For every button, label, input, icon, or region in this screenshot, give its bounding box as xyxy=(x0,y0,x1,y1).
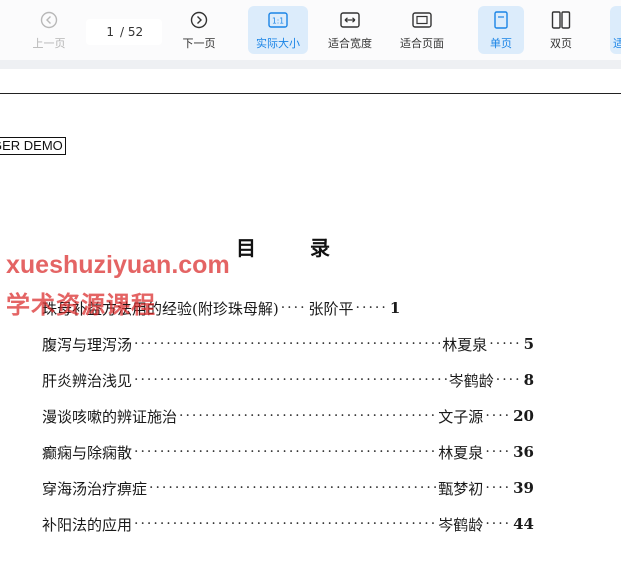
toc-entry-page: 39 xyxy=(513,479,534,497)
toc-entry-page: 20 xyxy=(513,407,534,425)
actual-size-label: 实际大小 xyxy=(256,37,300,50)
fit-width-label: 适合宽度 xyxy=(328,37,372,50)
chevron-left-circle-icon xyxy=(40,9,58,31)
double-page-icon xyxy=(551,9,571,31)
next-page-button[interactable]: 下一页 xyxy=(176,6,222,54)
toc-entry-page: 36 xyxy=(513,443,534,461)
page-title: 目录 xyxy=(236,236,384,260)
fit-page-label: 适合页面 xyxy=(400,37,444,50)
toc-entry-page: 44 xyxy=(513,515,534,533)
toc-entry[interactable]: 肝炎辨治浅见 ·································… xyxy=(42,362,534,398)
toc-entry-title: 漫谈咳嗽的辨证施治 xyxy=(42,407,178,426)
toc-entry-author: 文子源 xyxy=(438,407,484,426)
toc-leader: ········································… xyxy=(134,444,436,460)
toc-entry-author: 岑鹤龄 xyxy=(438,515,484,534)
partial-icon xyxy=(610,9,621,31)
toc-entry-title: 肝炎辨治浅见 xyxy=(42,371,133,390)
actual-size-button[interactable]: 1:1 实际大小 xyxy=(248,6,308,54)
single-page-label: 单页 xyxy=(490,37,512,50)
fit-width-button[interactable]: 适合宽度 xyxy=(322,6,378,54)
toc-entry-author: 甄梦初 xyxy=(438,479,484,498)
toc-leader: ···· xyxy=(495,372,522,388)
cut-off-label: 适 xyxy=(613,37,621,50)
fit-page-button[interactable]: 适合页面 xyxy=(394,6,450,54)
fit-page-icon xyxy=(412,9,432,31)
table-of-contents: 珠母补益方法用的经验(附珍珠母解) ···· 张阶平 ····· 1 腹泻与理泻… xyxy=(42,290,534,542)
prev-page-label: 上一页 xyxy=(32,37,66,50)
toc-entry-author: 张阶平 xyxy=(308,299,354,318)
cut-off-toolbar-button[interactable]: 适 xyxy=(610,6,621,54)
fit-width-icon xyxy=(340,9,360,31)
toc-entry-title: 补阳法的应用 xyxy=(42,515,133,534)
toc-entry-title: 穿海汤治疗痹症 xyxy=(42,479,148,498)
double-page-button[interactable]: 双页 xyxy=(538,6,584,54)
toc-leader: ···· xyxy=(280,300,307,316)
toc-leader: ········································… xyxy=(134,372,447,388)
toc-entry[interactable]: 穿海汤治疗痹症 ································… xyxy=(42,470,534,506)
page-top-rule xyxy=(0,93,621,94)
prev-page-button[interactable]: 上一页 xyxy=(26,6,72,54)
next-page-label: 下一页 xyxy=(182,37,216,50)
watermark-text: 学术资源课程 xyxy=(6,291,156,319)
toc-leader: ········································… xyxy=(149,480,436,496)
actual-size-icon: 1:1 xyxy=(268,9,288,31)
toc-entry-author: 林夏泉 xyxy=(442,335,488,354)
demo-stamp: GER DEMO xyxy=(0,137,66,155)
double-page-label: 双页 xyxy=(550,37,572,50)
toc-entry-title: 癫痫与除痫散 xyxy=(42,443,133,462)
chevron-right-circle-icon xyxy=(190,9,208,31)
viewer-toolbar: 上一页 / 52 下一页 1:1 实际大小 适合宽度 适合页面 单页 xyxy=(0,0,621,60)
toc-leader: ···· xyxy=(485,408,512,424)
toc-leader: ···· xyxy=(485,480,512,496)
toc-entry-page: 1 xyxy=(389,299,401,317)
toc-entry[interactable]: 癫痫与除痫散 ·································… xyxy=(42,434,534,470)
toc-entry-page: 5 xyxy=(523,335,534,353)
toc-leader: ···· xyxy=(485,444,512,460)
toc-entry[interactable]: 漫谈咳嗽的辨证施治 ······························… xyxy=(42,398,534,434)
single-page-icon xyxy=(493,9,509,31)
toc-leader: ···· xyxy=(485,516,512,532)
toc-leader: ····· xyxy=(489,336,522,352)
toc-leader: ········································… xyxy=(134,336,440,352)
toc-leader: ········································… xyxy=(134,516,436,532)
toc-entry-page: 8 xyxy=(523,371,534,389)
toc-leader: ····· xyxy=(355,300,388,316)
page-total: / 52 xyxy=(120,25,144,39)
page-number-box: / 52 xyxy=(86,19,162,45)
page-number-input[interactable] xyxy=(86,25,114,39)
toc-leader: ········································… xyxy=(179,408,436,424)
toolbar-shadow xyxy=(0,60,621,69)
single-page-button[interactable]: 单页 xyxy=(478,6,524,54)
toc-entry[interactable]: 腹泻与理泻汤 ·································… xyxy=(42,326,534,362)
toc-entry[interactable]: 补阳法的应用 ·································… xyxy=(42,506,534,542)
toc-entry-author: 林夏泉 xyxy=(438,443,484,462)
svg-text:1:1: 1:1 xyxy=(272,17,284,26)
toc-entry-title: 腹泻与理泻汤 xyxy=(42,335,133,354)
toc-entry-author: 岑鹤龄 xyxy=(448,371,494,390)
watermark-url: xueshuziyuan.com xyxy=(6,251,230,279)
